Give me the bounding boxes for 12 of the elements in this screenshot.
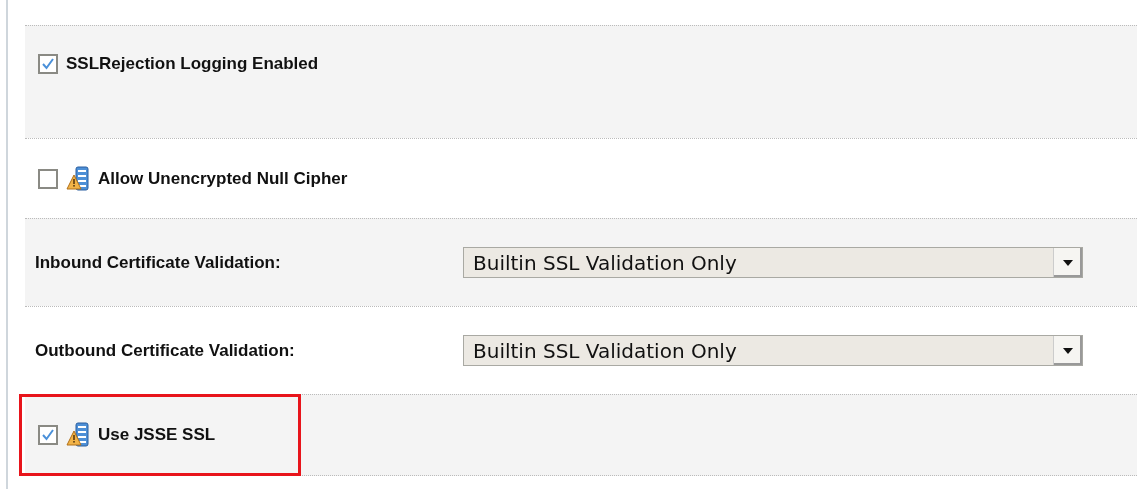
setting-label: Inbound Certificate Validation:	[34, 252, 282, 273]
dropdown[interactable]: Builtin SSL Validation Only	[463, 247, 1083, 278]
caret-icon	[1063, 259, 1073, 266]
setting-label: SSLRejection Logging Enabled	[66, 54, 319, 74]
checkbox[interactable]	[38, 168, 58, 189]
caret-icon	[1063, 347, 1073, 354]
setting-label: Outbound Certificate Validation:	[34, 340, 296, 361]
setting-label: Use JSSE SSL	[98, 425, 216, 445]
setting-label: Allow Unencrypted Null Cipher	[98, 168, 348, 189]
checkbox[interactable]	[38, 54, 58, 74]
dropdown[interactable]: Builtin SSL Validation Only	[463, 335, 1083, 366]
checkbox[interactable]	[38, 425, 58, 445]
